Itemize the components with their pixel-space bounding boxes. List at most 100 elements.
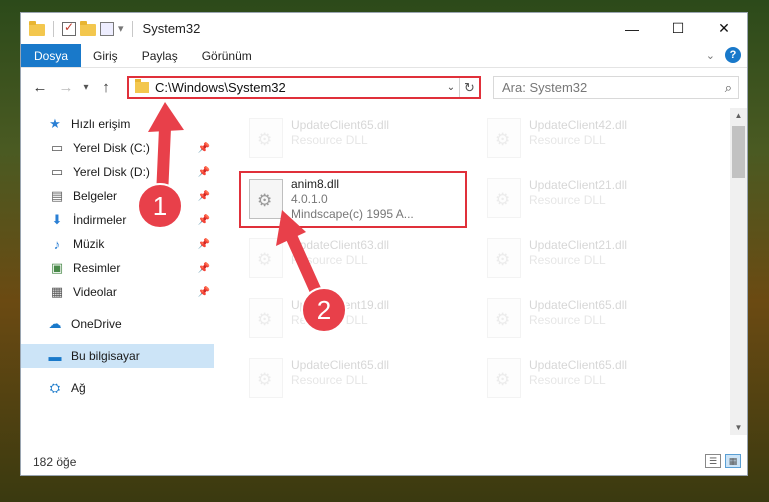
pin-icon: 📌 xyxy=(197,166,210,178)
ribbon-tabs: Dosya Giriş Paylaş Görünüm ⌄ ? xyxy=(21,44,747,68)
refresh-icon[interactable]: ↻ xyxy=(459,78,479,97)
tiles-view-icon[interactable]: ▦ xyxy=(725,454,741,468)
file-item[interactable]: UpdateClient65.dll Resource DLL xyxy=(479,354,705,406)
dll-file-icon xyxy=(487,358,521,398)
file-item[interactable]: UpdateClient65.dll Resource DLL xyxy=(241,114,467,166)
explorer-window: ▾ System32 — ☐ ✕ Dosya Giriş Paylaş Görü… xyxy=(20,12,748,476)
sidebar-item-drive-c[interactable]: ▭ Yerel Disk (C:) 📌 xyxy=(21,136,214,160)
scrollbar-thumb[interactable] xyxy=(732,126,745,178)
dll-file-icon xyxy=(249,238,283,278)
close-button[interactable]: ✕ xyxy=(701,13,747,44)
file-type: Resource DLL xyxy=(529,313,606,327)
toolbar-divider xyxy=(53,20,54,37)
address-dropdown-icon[interactable]: ⌄ xyxy=(443,82,459,93)
sidebar-item-videos[interactable]: ▦ Videolar 📌 xyxy=(21,280,214,304)
drive-icon: ▭ xyxy=(50,164,64,179)
file-item[interactable]: UpdateClient19.dll Resource DLL xyxy=(241,294,467,346)
file-type: Resource DLL xyxy=(291,313,368,327)
maximize-button[interactable]: ☐ xyxy=(655,13,701,44)
drive-icon: ▭ xyxy=(50,140,64,155)
quick-access-toolbar: ▾ xyxy=(21,20,137,37)
window-title: System32 xyxy=(142,21,201,36)
address-path[interactable]: C:\Windows\System32 xyxy=(155,80,443,95)
sidebar-item-onedrive[interactable]: ☁ OneDrive xyxy=(21,312,214,336)
folder-icon xyxy=(29,20,45,36)
recent-locations-icon[interactable]: ▾ xyxy=(79,82,93,93)
tab-view[interactable]: Görünüm xyxy=(190,44,264,67)
scroll-down-icon[interactable]: ▼ xyxy=(730,423,747,432)
tab-home[interactable]: Giriş xyxy=(81,44,130,67)
qat-dropdown-icon[interactable]: ▾ xyxy=(118,22,124,35)
title-bar: ▾ System32 — ☐ ✕ xyxy=(21,13,747,44)
sidebar-item-pictures[interactable]: ▣ Resimler 📌 xyxy=(21,256,214,280)
sidebar-item-network[interactable]: ⛭ Ağ xyxy=(21,376,214,400)
file-company: Mindscape(c) 1995 A... xyxy=(291,207,414,221)
up-arrow-icon[interactable]: ↑ xyxy=(93,79,119,96)
sidebar-item-label: Resimler xyxy=(73,261,121,275)
sidebar-item-label: İndirmeler xyxy=(73,213,127,227)
file-type: Resource DLL xyxy=(291,373,368,387)
pin-icon: 📌 xyxy=(197,190,210,202)
file-name: UpdateClient65.dll xyxy=(529,358,628,372)
file-name: UpdateClient63.dll xyxy=(291,238,390,252)
forward-arrow-icon[interactable]: → xyxy=(53,79,79,96)
dll-file-icon xyxy=(249,358,283,398)
cloud-icon: ☁ xyxy=(48,316,62,331)
back-arrow-icon[interactable]: ← xyxy=(27,79,53,96)
pictures-icon: ▣ xyxy=(50,260,64,275)
pin-icon: 📌 xyxy=(197,142,210,154)
search-icon[interactable]: ⌕ xyxy=(725,80,732,96)
search-input[interactable]: Ara: System32 ⌕ xyxy=(493,76,739,99)
file-item[interactable]: UpdateClient65.dll Resource DLL xyxy=(479,294,705,346)
sidebar-item-label: Müzik xyxy=(73,237,105,251)
status-bar: 182 öğe ☰ ▦ xyxy=(21,449,747,475)
file-item[interactable]: UpdateClient65.dll Resource DLL xyxy=(241,354,467,406)
tab-share[interactable]: Paylaş xyxy=(130,44,190,67)
sidebar-item-music[interactable]: ♪ Müzik 📌 xyxy=(21,232,214,256)
file-name: UpdateClient65.dll xyxy=(291,358,390,372)
sidebar-item-downloads[interactable]: ⬇ İndirmeler 📌 xyxy=(21,208,214,232)
address-bar[interactable]: C:\Windows\System32 ⌄ ↻ xyxy=(127,76,481,99)
file-name: UpdateClient42.dll xyxy=(529,118,628,132)
network-icon: ⛭ xyxy=(49,380,61,395)
dll-file-icon xyxy=(249,298,283,338)
properties-check-icon[interactable] xyxy=(62,20,76,36)
dll-file-icon xyxy=(249,118,283,158)
sidebar-item-documents[interactable]: ▤ Belgeler 📌 xyxy=(21,184,214,208)
music-icon: ♪ xyxy=(53,236,61,252)
dll-file-icon xyxy=(487,298,521,338)
file-version: 4.0.1.0 xyxy=(291,192,328,206)
file-name: UpdateClient21.dll xyxy=(529,178,628,192)
file-name: UpdateClient65.dll xyxy=(291,118,390,132)
file-item[interactable]: UpdateClient63.dll Resource DLL xyxy=(241,234,467,286)
pin-icon: 📌 xyxy=(197,238,210,250)
dll-file-icon xyxy=(487,118,521,158)
sidebar-item-drive-d[interactable]: ▭ Yerel Disk (D:) 📌 xyxy=(21,160,214,184)
pin-icon: 📌 xyxy=(197,262,210,274)
tab-file[interactable]: Dosya xyxy=(21,44,82,67)
file-item[interactable]: UpdateClient21.dll Resource DLL xyxy=(479,234,705,286)
sidebar-item-label: Hızlı erişim xyxy=(71,117,131,131)
vertical-scrollbar[interactable]: ▲ ▼ xyxy=(730,108,747,435)
search-placeholder: Ara: System32 xyxy=(502,80,588,95)
sidebar-item-this-pc[interactable]: ▬ Bu bilgisayar xyxy=(21,344,214,368)
details-view-icon[interactable]: ☰ xyxy=(705,454,721,468)
help-icon[interactable]: ? xyxy=(725,47,741,63)
file-list: UpdateClient65.dll Resource DLL anim8.dl… xyxy=(233,108,729,435)
highlighted-file-item[interactable]: anim8.dll 4.0.1.0 Mindscape(c) 1995 A... xyxy=(239,171,467,228)
file-item[interactable]: UpdateClient42.dll Resource DLL xyxy=(479,114,705,166)
expand-ribbon-icon[interactable]: ⌄ xyxy=(706,49,715,62)
file-item[interactable]: UpdateClient21.dll Resource DLL xyxy=(479,174,705,226)
sidebar-item-label: Videolar xyxy=(73,285,117,299)
file-name: anim8.dll xyxy=(291,177,340,191)
file-type: Resource DLL xyxy=(291,133,368,147)
scroll-up-icon[interactable]: ▲ xyxy=(730,111,747,120)
new-folder-icon[interactable] xyxy=(80,20,96,36)
sidebar-item-quick-access[interactable]: ★ Hızlı erişim xyxy=(21,112,214,136)
minimize-button[interactable]: — xyxy=(609,13,655,44)
address-row: ← → ▾ ↑ C:\Windows\System32 ⌄ ↻ Ara: Sys… xyxy=(21,68,747,106)
videos-icon: ▦ xyxy=(50,284,64,299)
computer-icon: ▬ xyxy=(48,348,62,364)
download-icon: ⬇ xyxy=(51,212,63,227)
customize-icon[interactable] xyxy=(100,21,114,36)
